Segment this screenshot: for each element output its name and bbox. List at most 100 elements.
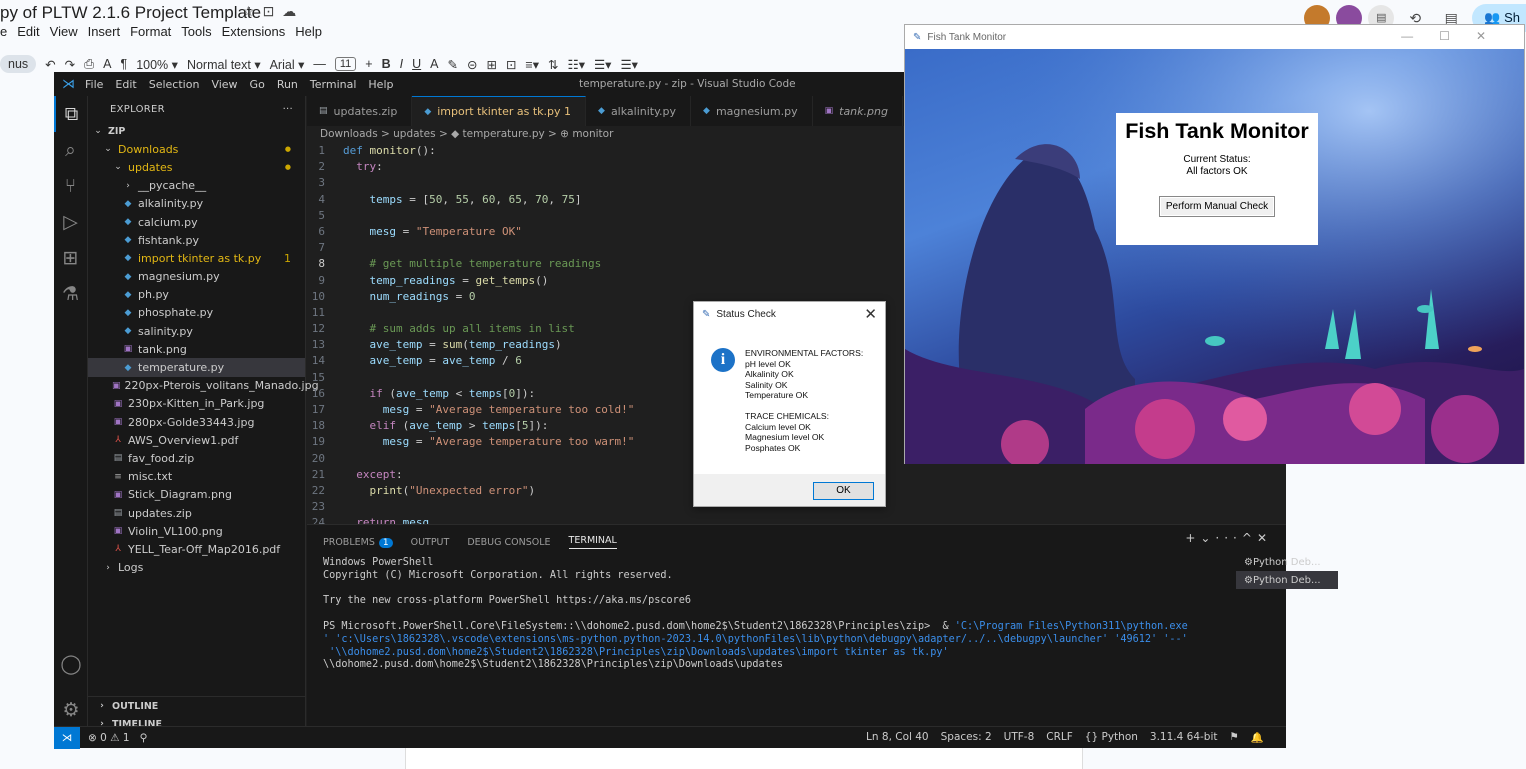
docs-menu-item[interactable]: Tools [181, 24, 211, 39]
new-terminal-icon[interactable]: +⌄ [1185, 531, 1215, 545]
debug-status-icon[interactable]: ⚲ [140, 732, 148, 744]
tab-debug-console[interactable]: DEBUG CONSOLE [467, 537, 550, 548]
explorer-icon[interactable]: ⧉ [54, 96, 87, 132]
tree-item[interactable]: ▣ 230px-Kitten_in_Park.jpg [88, 395, 305, 413]
tree-item[interactable]: ▤ updates.zip [88, 504, 305, 522]
manual-check-button[interactable]: Perform Manual Check [1158, 196, 1276, 217]
indentation[interactable]: Spaces: 2 [941, 731, 992, 744]
problems-status[interactable]: ⊗ 0 ⚠ 1 [88, 732, 130, 744]
redo-icon[interactable]: ↷ [65, 57, 75, 72]
bullet-list-icon[interactable]: ☰▾ [594, 57, 611, 72]
tree-item[interactable]: ◆ temperature.py [88, 358, 305, 377]
docs-menu-item[interactable]: View [50, 24, 78, 39]
account-icon[interactable]: ◯ [54, 646, 88, 682]
settings-gear-icon[interactable]: ⚙ [54, 692, 88, 728]
tree-item[interactable]: ▣ Violin_VL100.png [88, 522, 305, 540]
search-icon[interactable]: ⌕ [54, 132, 87, 168]
close-icon[interactable]: ✕ [864, 305, 877, 323]
image-icon[interactable]: ⊡ [506, 57, 516, 72]
maximize-panel-icon[interactable]: ^ [1242, 531, 1257, 545]
tree-item[interactable]: ◆ salinity.py [88, 322, 305, 340]
tree-item[interactable]: ⌄ updates ● [88, 158, 305, 176]
tab-output[interactable]: OUTPUT [411, 537, 450, 548]
tree-item[interactable]: ◆ import tkinter as tk.py 1 [88, 249, 305, 267]
editor-tab[interactable]: ◆ alkalinity.py [586, 96, 692, 126]
ok-button[interactable]: OK [813, 482, 874, 500]
font-size-increase[interactable]: + [365, 57, 372, 71]
doc-page[interactable] [405, 748, 1083, 769]
editor-tab[interactable]: ▣ tank.png [813, 96, 903, 126]
editor-tab[interactable]: ◆ magnesium.py [691, 96, 813, 126]
bold-icon[interactable]: B [382, 57, 391, 71]
paint-format-icon[interactable]: ¶ [120, 57, 127, 71]
terminal-session[interactable]: ⚙ Python Deb... [1236, 571, 1338, 589]
font-size-input[interactable]: 11 [334, 57, 357, 71]
font-size-decrease[interactable]: — [313, 57, 326, 71]
line-ending[interactable]: CRLF [1046, 731, 1073, 744]
tree-item[interactable]: ⅄ AWS_Overview1.pdf [88, 431, 305, 449]
undo-icon[interactable]: ↶ [45, 57, 55, 72]
style-select[interactable]: Normal text ▾ [187, 57, 261, 72]
tab-terminal[interactable]: TERMINAL [568, 535, 617, 549]
breadcrumb[interactable]: Downloads > updates > ◆ temperature.py >… [320, 128, 613, 140]
tree-item[interactable]: ◆ alkalinity.py [88, 195, 305, 213]
star-icon[interactable]: ☆ [242, 3, 263, 19]
tree-item[interactable]: ◆ calcium.py [88, 213, 305, 231]
docs-menu-item[interactable]: Edit [17, 24, 39, 39]
numbered-list-icon[interactable]: ☰▾ [620, 57, 637, 72]
close-icon[interactable]: ✕ [1476, 29, 1512, 43]
tree-item[interactable]: ◆ magnesium.py [88, 268, 305, 286]
zoom-select[interactable]: 100% ▾ [136, 57, 178, 72]
vscode-menu-item[interactable]: Help [368, 78, 393, 91]
encoding[interactable]: UTF-8 [1004, 731, 1035, 744]
tree-item[interactable]: ▣ 220px-Pterois_volitans_Manado.jpg [88, 377, 319, 395]
tree-item[interactable]: ◆ phosphate.py [88, 304, 305, 322]
minimize-icon[interactable]: — [1401, 29, 1439, 43]
mode-pill[interactable]: nus [0, 55, 37, 73]
spellcheck-icon[interactable]: A [103, 57, 111, 71]
link-icon[interactable]: ⊝ [467, 57, 477, 72]
underline-icon[interactable]: U [412, 57, 421, 71]
tree-item[interactable]: ◆ ph.py [88, 286, 305, 304]
vscode-menu-item[interactable]: View [211, 78, 237, 91]
close-panel-icon[interactable]: ✕ [1257, 531, 1272, 545]
tree-item[interactable]: ⌄ Downloads ● [88, 140, 305, 158]
docs-menu-item[interactable]: e [0, 24, 7, 39]
doc-title[interactable]: py of PLTW 2.1.6 Project Template [0, 3, 261, 23]
vscode-menu-item[interactable]: Terminal [310, 78, 357, 91]
notifications-icon[interactable]: 🔔 [1251, 731, 1264, 744]
more-icon[interactable]: ··· [1215, 531, 1241, 545]
docs-menu-item[interactable]: Format [130, 24, 171, 39]
tree-item[interactable]: ◆ fishtank.py [88, 231, 305, 249]
line-spacing-icon[interactable]: ⇅ [548, 57, 558, 72]
docs-menu-item[interactable]: Extensions [222, 24, 286, 39]
testing-icon[interactable]: ⚗ [54, 276, 87, 312]
tree-item[interactable]: ▣ tank.png [88, 340, 305, 358]
more-actions-icon[interactable]: ··· [283, 104, 293, 115]
tree-item[interactable]: ▤ fav_food.zip [88, 449, 305, 467]
tree-item[interactable]: ≡ misc.txt [88, 468, 305, 486]
font-select[interactable]: Arial ▾ [270, 57, 305, 72]
feedback-icon[interactable]: ⚑ [1230, 731, 1239, 744]
language-mode[interactable]: {} Python [1085, 731, 1138, 744]
highlight-icon[interactable]: ✎ [447, 57, 457, 72]
terminal-output[interactable]: Windows PowerShell Copyright (C) Microsof… [307, 553, 1286, 676]
source-control-icon[interactable]: ⑂ [54, 168, 87, 204]
docs-menu-item[interactable]: Help [295, 24, 322, 39]
tree-item[interactable]: ⅄ YELL_Tear-Off_Map2016.pdf [88, 540, 305, 558]
tree-item[interactable]: ▣ Stick_Diagram.png [88, 486, 305, 504]
checklist-icon[interactable]: ☷▾ [567, 57, 584, 72]
tree-item[interactable]: › __pycache__ [88, 177, 305, 195]
maximize-icon[interactable]: ☐ [1439, 29, 1476, 43]
tree-item[interactable]: › Logs [88, 559, 305, 577]
vscode-menu-item[interactable]: File [85, 78, 103, 91]
folder-icon[interactable]: ⊡ [263, 3, 283, 19]
editor-tab[interactable]: ▤ updates.zip [307, 96, 413, 126]
interpreter[interactable]: 3.11.4 64-bit [1150, 731, 1218, 744]
tree-item[interactable]: ▣ 280px-Golde33443.jpg [88, 413, 305, 431]
text-color-icon[interactable]: A [430, 57, 438, 71]
vscode-menu-item[interactable]: Run [277, 78, 298, 91]
vscode-menu-item[interactable]: Go [250, 78, 265, 91]
cursor-position[interactable]: Ln 8, Col 40 [866, 731, 929, 744]
editor-tab[interactable]: ◆ import tkinter as tk.py 1 [412, 96, 587, 126]
